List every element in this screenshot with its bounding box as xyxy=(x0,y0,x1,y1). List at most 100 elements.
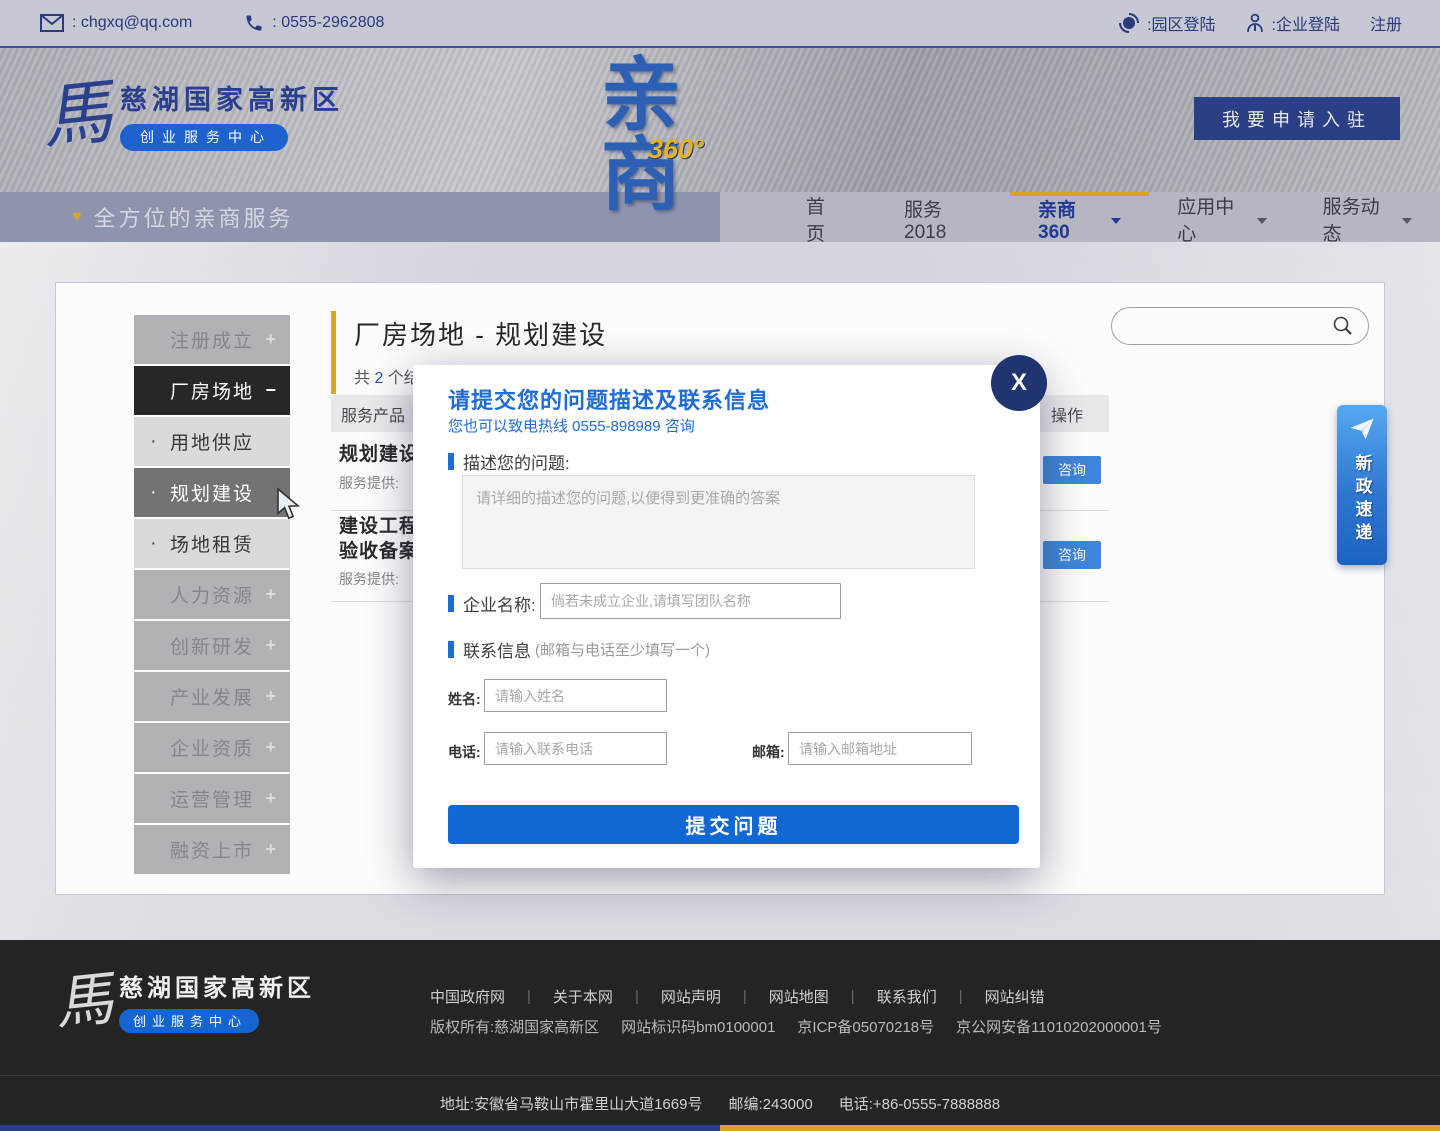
question-modal: X 请提交您的问题描述及联系信息 您也可以致电热线 0555-898989 咨询… xyxy=(413,365,1040,868)
phone-input[interactable] xyxy=(484,732,667,765)
footer-link[interactable]: 中国政府网 xyxy=(430,986,505,1007)
link-separator: | xyxy=(743,988,747,1005)
company-label-row: 企业名称: xyxy=(448,591,536,616)
footer-link[interactable]: 联系我们 xyxy=(877,986,937,1007)
question-textarea[interactable] xyxy=(462,475,975,569)
minus-icon: − xyxy=(265,380,278,401)
consult-button[interactable]: 咨询 xyxy=(1043,541,1101,569)
page-title: 厂房场地 - 规划建设 xyxy=(354,315,607,352)
question-label-row: 描述您的问题: xyxy=(448,449,570,474)
sidebar-item-innovation[interactable]: 创新研发+ xyxy=(134,621,290,670)
paper-plane-icon xyxy=(1347,415,1377,448)
phone-icon xyxy=(244,13,264,33)
col-action: 操作 xyxy=(1051,402,1083,426)
sidebar-item-land-supply[interactable]: ·用地供应 xyxy=(134,417,290,466)
sidebar-item-qualification[interactable]: 企业资质+ xyxy=(134,723,290,772)
company-name-input[interactable] xyxy=(540,583,841,619)
sidebar-item-site-leasing[interactable]: ·场地租赁 xyxy=(134,519,290,568)
modal-hotline: 您也可以致电热线 0555-898989 咨询 xyxy=(448,415,695,436)
nav-qinshang360[interactable]: 亲商360 xyxy=(1010,192,1149,242)
service-row-provider: 服务提供: xyxy=(339,473,399,493)
section-marker xyxy=(448,641,454,658)
slogan: ♥ 全方位的亲商服务 xyxy=(72,192,294,242)
search-icon[interactable] xyxy=(1332,315,1354,337)
email-text: : chgxq@qq.com xyxy=(72,14,192,32)
logo-pill: 创业服务中心 xyxy=(120,124,288,151)
sidebar-item-planning-construction[interactable]: ·规划建设 xyxy=(134,468,290,517)
contact-email: : chgxq@qq.com xyxy=(40,14,192,32)
service-row-name: 规划建设 xyxy=(339,439,419,466)
footer-links: 中国政府网 | 关于本网 | 网站声明 | 网站地图 | 联系我们 | 网站纠错 xyxy=(430,986,1045,1007)
sidebar-item-operation[interactable]: 运营管理+ xyxy=(134,774,290,823)
sidebar-item-financing[interactable]: 融资上市+ xyxy=(134,825,290,874)
plus-icon: + xyxy=(265,839,278,860)
plus-icon: + xyxy=(265,635,278,656)
close-icon: X xyxy=(1011,369,1027,397)
search-input[interactable] xyxy=(1128,317,1332,335)
consult-button[interactable]: 咨询 xyxy=(1043,456,1101,484)
sidebar-item-register[interactable]: 注册成立+ xyxy=(134,315,290,364)
address-line: 地址:安徽省马鞍山市霍里山大道1669号 邮编:243000 电话:+86-05… xyxy=(0,1093,1440,1114)
contact-hint: (邮箱与电话至少填写一个) xyxy=(535,639,710,660)
phone-label: 电话: xyxy=(448,742,481,762)
strip-blue xyxy=(0,1125,720,1131)
chevron-down-icon xyxy=(1257,218,1267,224)
company-login-link[interactable]: :企业登陆 xyxy=(1246,11,1340,35)
strip-gold xyxy=(720,1125,1440,1131)
link-separator: | xyxy=(635,988,639,1005)
logo-calligraphy: 馬 xyxy=(52,969,116,1033)
slogan-text: 全方位的亲商服务 xyxy=(94,201,294,233)
footer: 馬 慈湖国家高新区 创业服务中心 中国政府网 | 关于本网 | 网站声明 | 网… xyxy=(0,940,1440,1131)
close-button[interactable]: X xyxy=(991,355,1047,411)
footer-link[interactable]: 网站地图 xyxy=(769,986,829,1007)
footer-accent-strip xyxy=(0,1125,1440,1131)
topbar: : chgxq@qq.com : 0555-2962808 :园区登陆 :企业登… xyxy=(0,0,1440,48)
phone-text: : 0555-2962808 xyxy=(272,14,384,32)
nav-service-news[interactable]: 服务动态 xyxy=(1295,192,1440,242)
email-input[interactable] xyxy=(788,732,972,765)
mail-icon xyxy=(40,14,64,32)
section-marker xyxy=(448,453,454,470)
plus-icon: + xyxy=(265,329,278,350)
person-icon xyxy=(1246,13,1264,33)
logo-calligraphy: 馬 xyxy=(39,76,116,153)
modal-title: 请提交您的问题描述及联系信息 xyxy=(448,383,770,415)
copyright-line: 版权所有:慈湖国家高新区 网站标识码bm0100001 京ICP备0507021… xyxy=(430,1016,1162,1037)
sidebar-item-industry[interactable]: 产业发展+ xyxy=(134,672,290,721)
section-marker xyxy=(448,595,454,612)
register-link[interactable]: 注册 xyxy=(1370,11,1402,35)
plus-icon: + xyxy=(265,584,278,605)
service-row-name: 验收备案 xyxy=(339,536,419,563)
bullet-icon: · xyxy=(150,430,159,453)
footer-logo-title: 慈湖国家高新区 xyxy=(119,968,315,1003)
globe-icon xyxy=(1119,13,1139,33)
footer-link[interactable]: 网站纠错 xyxy=(985,986,1045,1007)
nav-home[interactable]: 首 页 xyxy=(778,192,876,242)
nav-app-center[interactable]: 应用中心 xyxy=(1149,192,1294,242)
chevron-down-icon xyxy=(1111,218,1121,224)
site-logo[interactable]: 馬 慈湖国家高新区 创业服务中心 xyxy=(42,78,344,151)
search-box xyxy=(1111,307,1369,345)
col-service-product: 服务产品 xyxy=(341,402,405,426)
email-label: 邮箱: xyxy=(752,742,785,762)
nav-service2018[interactable]: 服务2018 xyxy=(876,192,1010,242)
plus-icon: + xyxy=(265,686,278,707)
footer-logo-pill: 创业服务中心 xyxy=(119,1009,259,1033)
plus-icon: + xyxy=(265,788,278,809)
sidebar-item-factory-site[interactable]: 厂房场地− xyxy=(134,366,290,415)
main-nav: 首 页 服务2018 亲商360 应用中心 服务动态 xyxy=(778,192,1440,242)
policy-express-widget[interactable]: 新政速递 xyxy=(1337,405,1387,565)
name-input[interactable] xyxy=(484,679,667,712)
sidebar-menu: 注册成立+ 厂房场地− ·用地供应 ·规划建设 ·场地租赁 人力资源+ 创新研发… xyxy=(134,315,290,874)
footer-link[interactable]: 关于本网 xyxy=(553,986,613,1007)
submit-question-button[interactable]: 提交问题 xyxy=(448,805,1019,844)
logo-title: 慈湖国家高新区 xyxy=(120,78,344,117)
apply-entry-button[interactable]: 我要申请入驻 xyxy=(1194,97,1400,140)
footer-link[interactable]: 网站声明 xyxy=(661,986,721,1007)
sidebar-item-hr[interactable]: 人力资源+ xyxy=(134,570,290,619)
park-login-link[interactable]: :园区登陆 xyxy=(1119,11,1215,35)
service-row-name: 建设工程 xyxy=(339,511,419,538)
plus-icon: + xyxy=(265,737,278,758)
contact-label-row: 联系信息 (邮箱与电话至少填写一个) xyxy=(448,637,710,662)
link-separator: | xyxy=(851,988,855,1005)
